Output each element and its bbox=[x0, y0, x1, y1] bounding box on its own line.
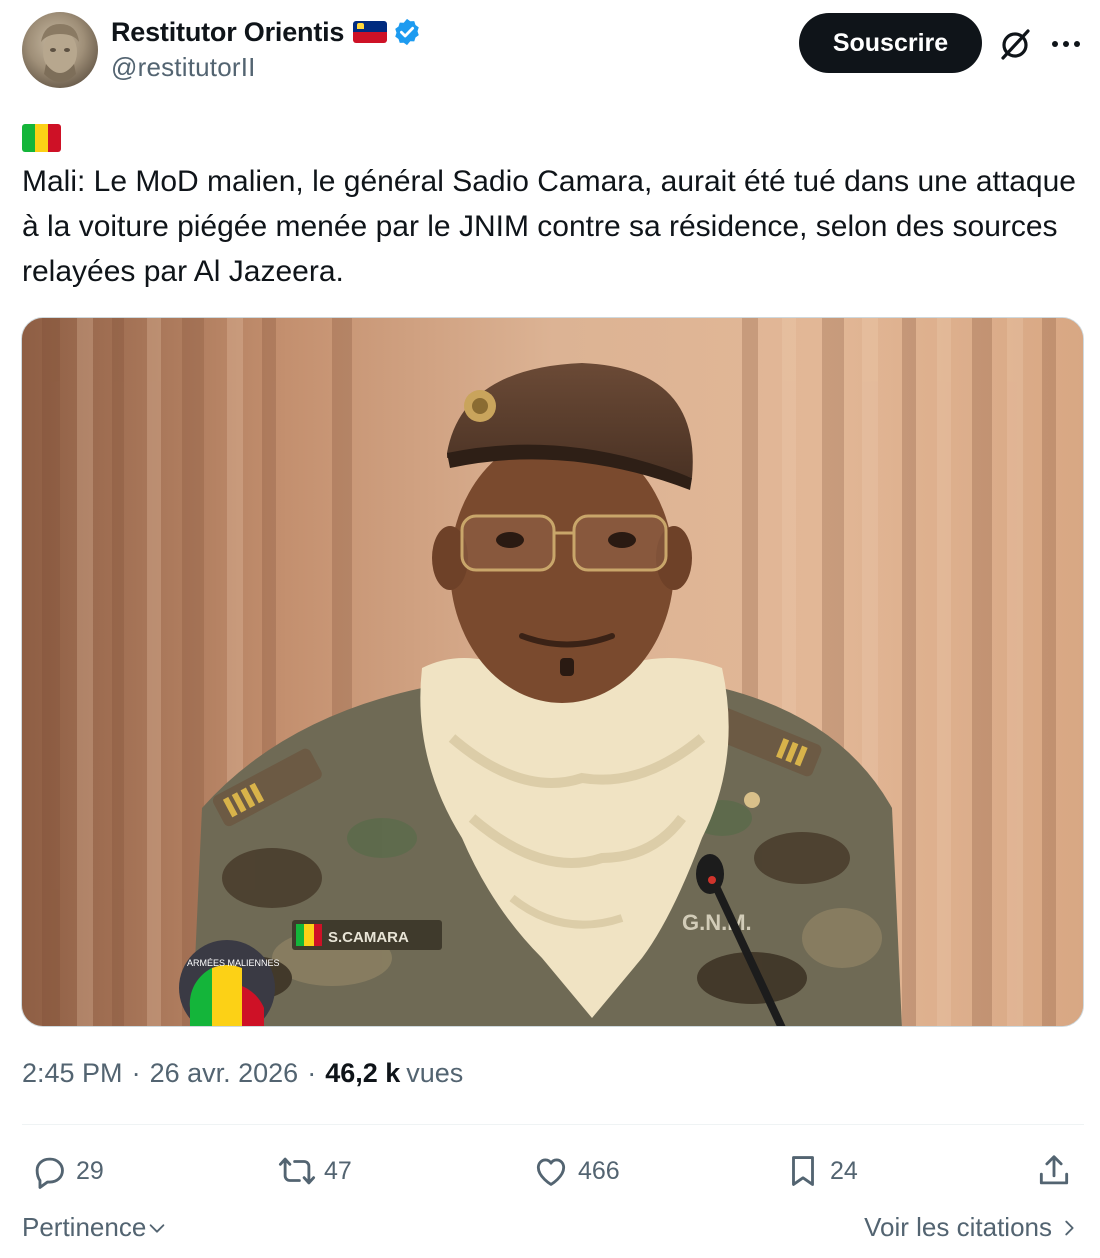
tweet-actions: 29 47 466 24 bbox=[22, 1148, 1084, 1194]
liechtenstein-flag-icon bbox=[353, 21, 388, 43]
subscribe-button[interactable]: Souscrire bbox=[799, 13, 982, 73]
tweet-photo[interactable]: S.CAMARA G.N.M. ARMÉES MALIENNES bbox=[21, 317, 1084, 1027]
view-quotes-link[interactable]: Voir les citations bbox=[864, 1212, 1080, 1243]
repost-count: 47 bbox=[324, 1156, 352, 1185]
author-avatar[interactable] bbox=[22, 12, 98, 88]
repost-button[interactable]: 47 bbox=[278, 1148, 352, 1194]
repost-icon bbox=[278, 1157, 316, 1185]
more-icon[interactable] bbox=[1050, 30, 1082, 58]
quotes-label: Voir les citations bbox=[864, 1212, 1052, 1242]
author-info: Restitutor Orientis @restitutorII bbox=[111, 16, 422, 83]
like-count: 466 bbox=[578, 1156, 620, 1185]
sort-label: Pertinence bbox=[22, 1212, 147, 1242]
meta-separator: · bbox=[307, 1058, 317, 1088]
verified-badge-icon[interactable] bbox=[392, 17, 422, 47]
reply-icon bbox=[35, 1157, 64, 1189]
tweet-meta: 2:45 PM · 26 avr. 2026 · 46,2 k vues bbox=[22, 1058, 463, 1089]
reply-count: 29 bbox=[76, 1156, 104, 1185]
views-label: vues bbox=[406, 1058, 464, 1088]
tweet-text: Mali: Le MoD malien, le général Sadio Ca… bbox=[22, 165, 1076, 288]
reply-button[interactable]: 29 bbox=[30, 1148, 104, 1194]
tweet-time[interactable]: 2:45 PM bbox=[22, 1058, 123, 1089]
bookmark-icon bbox=[792, 1156, 814, 1186]
divider bbox=[22, 1124, 1084, 1125]
meta-separator: · bbox=[131, 1058, 141, 1088]
name-tag-text: S.CAMARA bbox=[328, 929, 409, 946]
share-icon bbox=[1039, 1155, 1069, 1185]
bookmark-count: 24 bbox=[830, 1156, 858, 1185]
chevron-right-icon bbox=[1065, 1220, 1074, 1235]
bookmark-button[interactable]: 24 bbox=[784, 1148, 858, 1194]
like-button[interactable]: 466 bbox=[532, 1148, 620, 1194]
heart-icon bbox=[536, 1158, 566, 1186]
patch-text: ARMÉES MALIENNES bbox=[187, 958, 280, 968]
tweet-date[interactable]: 26 avr. 2026 bbox=[150, 1058, 299, 1089]
views-count[interactable]: 46,2 k bbox=[325, 1058, 400, 1089]
sort-dropdown[interactable]: Pertinence bbox=[22, 1212, 168, 1243]
grok-icon[interactable] bbox=[997, 26, 1033, 62]
author-handle[interactable]: @restitutorII bbox=[111, 52, 422, 83]
mali-flag-icon bbox=[22, 124, 61, 152]
share-button[interactable] bbox=[1035, 1148, 1073, 1194]
author-display-name[interactable]: Restitutor Orientis bbox=[111, 17, 344, 48]
chevron-down-icon bbox=[149, 1223, 165, 1233]
